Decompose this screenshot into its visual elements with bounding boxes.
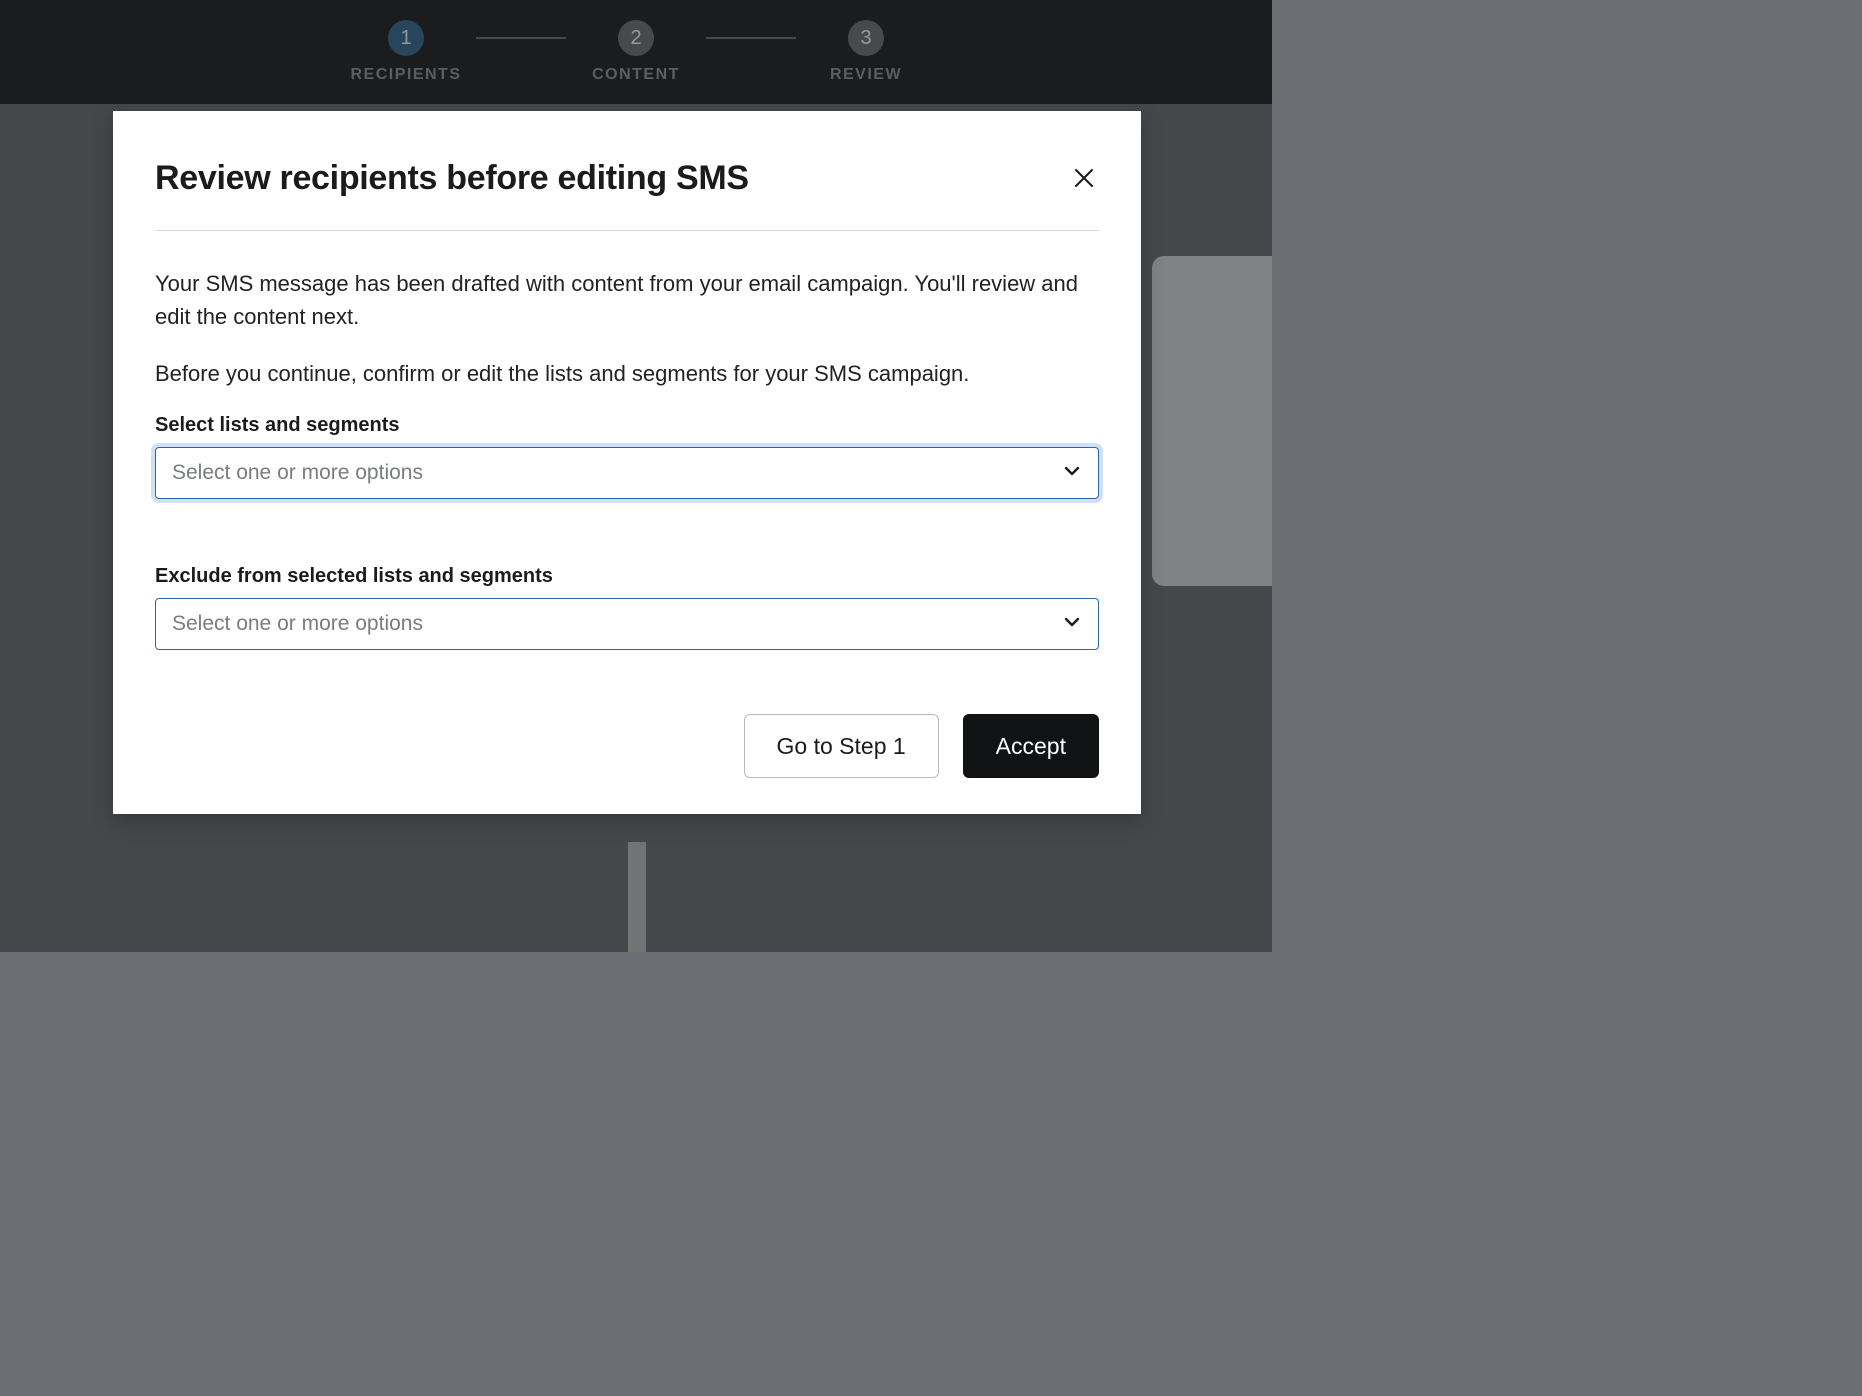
exclude-field-label: Exclude from selected lists and segments [155,565,1099,588]
modal-description-1: Your SMS message has been drafted with c… [155,267,1099,333]
select-placeholder: Select one or more options [172,612,423,636]
select-placeholder: Select one or more options [172,461,423,485]
modal-body: Your SMS message has been drafted with c… [155,231,1099,650]
exclude-lists-select[interactable]: Select one or more options [155,598,1099,650]
include-field-label: Select lists and segments [155,414,1099,437]
close-button[interactable] [1069,163,1099,193]
modal-description-2: Before you continue, confirm or edit the… [155,357,1099,390]
close-icon [1073,167,1095,189]
include-lists-select[interactable]: Select one or more options [155,447,1099,499]
modal-footer: Go to Step 1 Accept [155,714,1099,778]
review-recipients-modal: Review recipients before editing SMS You… [113,111,1141,814]
modal-title: Review recipients before editing SMS [155,159,749,198]
chevron-down-icon [1062,612,1082,637]
modal-header: Review recipients before editing SMS [155,159,1099,231]
go-to-step-1-button[interactable]: Go to Step 1 [744,714,939,778]
accept-button[interactable]: Accept [963,714,1099,778]
chevron-down-icon [1062,461,1082,486]
